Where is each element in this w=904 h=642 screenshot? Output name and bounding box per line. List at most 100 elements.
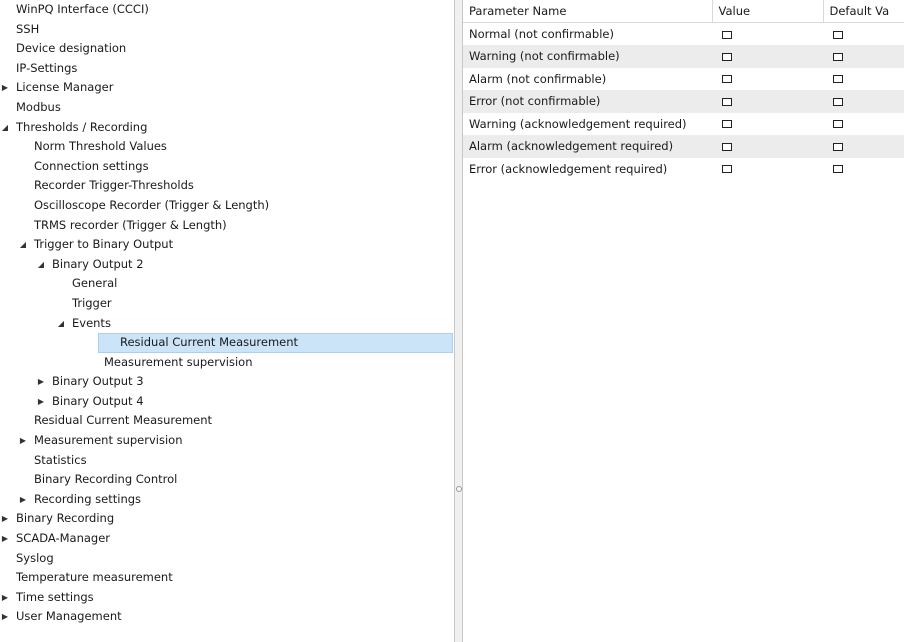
tree-item[interactable]: Residual Current Measurement [0,411,454,431]
expanded-arrow-icon[interactable]: ◢ [0,118,10,138]
value-cell [712,68,823,91]
tree-item-label: Temperature measurement [16,570,173,585]
value-cell [712,45,823,68]
tree-item[interactable]: Residual Current Measurement [0,333,454,353]
collapsed-arrow-icon[interactable]: ▶ [36,392,46,412]
collapsed-arrow-icon[interactable]: ▶ [0,78,10,98]
tree-item-label: Binary Recording Control [34,472,178,487]
tree-item[interactable]: Trigger [0,294,454,314]
expanded-arrow-icon[interactable]: ◢ [56,314,66,334]
value-checkbox[interactable] [722,97,732,106]
collapsed-arrow-icon[interactable]: ▶ [18,490,28,510]
tree-item-label: Connection settings [34,158,149,173]
tree-item[interactable]: IP-Settings [0,59,454,79]
parameter-name-cell: Warning (not confirmable) [463,45,712,68]
parameter-name-cell: Warning (acknowledgement required) [469,116,687,131]
tree-item-label: License Manager [16,80,114,95]
tree-item[interactable]: ▶ User Management [0,607,454,627]
tree-item[interactable]: Measurement supervision [0,353,454,373]
tree-item[interactable]: ◢ Binary Output 2 [0,255,454,275]
tree-item[interactable]: ▶ Recording settings [0,490,454,510]
expanded-arrow-icon[interactable]: ◢ [18,235,28,255]
parameter-name-cell: Error (not confirmable) [463,90,712,113]
tree-item-label: Residual Current Measurement [120,335,299,350]
value-cell [712,135,823,158]
table-row[interactable]: Warning (acknowledgement required) [463,113,904,136]
column-header-parameter-name[interactable]: Parameter Name [463,0,713,23]
tree-item-label: TRMS recorder (Trigger & Length) [34,217,227,232]
default-value-checkbox [833,30,843,39]
collapsed-arrow-icon[interactable]: ▶ [0,509,10,529]
parameter-name-cell: Normal (not confirmable) [469,27,614,41]
default-value-cell [823,90,904,113]
value-checkbox[interactable] [722,75,732,84]
default-value-cell [823,135,904,158]
value-checkbox[interactable] [722,165,732,174]
value-checkbox[interactable] [722,30,732,39]
tree-item[interactable]: Modbus [0,98,454,118]
tree-item[interactable]: ◢ Thresholds / Recording [0,118,454,138]
tree-item[interactable]: Temperature measurement [0,568,454,588]
tree-item[interactable]: TRMS recorder (Trigger & Length) [0,216,454,236]
tree-item-label: IP-Settings [16,60,78,75]
tree-item[interactable]: ▶ Binary Output 3 [0,372,454,392]
tree-item[interactable]: General [0,274,454,294]
tree-item[interactable]: ▶ Binary Output 4 [0,392,454,412]
tree-item-label: Syslog [16,550,54,565]
tree-item-label: Trigger [72,295,112,310]
tree-item[interactable]: Binary Recording Control [0,470,454,490]
parameter-table: Parameter Name Value Default Va Normal (… [463,0,904,180]
tree-item[interactable]: ◢ Trigger to Binary Output [0,235,454,255]
value-checkbox[interactable] [722,52,732,61]
tree-item[interactable]: Syslog [0,549,454,569]
tree-item[interactable]: ▶ Time settings [0,588,454,608]
tree-item-label: Recording settings [34,491,142,506]
default-value-checkbox [833,120,843,129]
tree-item[interactable]: Recorder Trigger-Thresholds [0,176,454,196]
value-checkbox[interactable] [722,142,732,151]
tree-item[interactable]: Norm Threshold Values [0,137,454,157]
tree-item[interactable]: Device designation [0,39,454,59]
splitter-grip-icon[interactable] [456,486,462,492]
parameter-name-cell: Alarm (acknowledgement required) [463,135,712,158]
column-header-default-value[interactable]: Default Va [823,0,904,23]
table-row[interactable]: Error (acknowledgement required) [463,158,904,181]
pane-splitter[interactable] [455,0,463,642]
table-row[interactable]: Alarm (not confirmable) [463,68,904,91]
value-cell [712,158,823,181]
tree-item[interactable]: Oscilloscope Recorder (Trigger & Length) [0,196,454,216]
table-row[interactable]: Alarm (acknowledgement required) [463,135,904,158]
parameter-name-cell: Alarm (not confirmable) [469,71,607,86]
collapsed-arrow-icon[interactable]: ▶ [36,372,46,392]
tree-item-label: General [72,276,118,291]
collapsed-arrow-icon[interactable]: ▶ [0,588,10,608]
tree-item-label: Oscilloscope Recorder (Trigger & Length) [34,197,270,212]
tree-item[interactable]: ◢ Events [0,314,454,334]
tree-item[interactable]: Connection settings [0,157,454,177]
column-header-value[interactable]: Value [712,0,824,23]
value-checkbox[interactable] [722,120,732,129]
tree-item-label: Device designation [16,41,127,56]
tree-item[interactable]: ▶ License Manager [0,78,454,98]
tree-item[interactable]: Statistics [0,451,454,471]
table-row[interactable]: Error (not confirmable) [463,90,904,113]
tree-item[interactable]: ▶ Measurement supervision [0,431,454,451]
default-value-checkbox [833,165,843,174]
table-row[interactable]: Warning (not confirmable) [463,45,904,68]
tree-item-label: Time settings [16,589,94,604]
table-row[interactable]: Normal (not confirmable) [463,23,904,46]
tree-item-label: SSH [16,21,40,36]
tree-item-label: Residual Current Measurement [34,413,213,428]
default-value-cell [823,158,904,181]
collapsed-arrow-icon[interactable]: ▶ [0,529,10,549]
table-header-row: Parameter Name Value Default Va [463,0,904,23]
tree-item[interactable]: SSH [0,20,454,40]
collapsed-arrow-icon[interactable]: ▶ [0,607,10,627]
tree-item[interactable]: ▶ SCADA-Manager [0,529,454,549]
tree-item[interactable]: ▶ Binary Recording [0,509,454,529]
settings-tree[interactable]: WinPQ Interface (CCCI) SSH Device designat… [0,0,455,642]
tree-item-label: Binary Recording [16,511,115,526]
tree-item[interactable]: WinPQ Interface (CCCI) [0,0,454,20]
collapsed-arrow-icon[interactable]: ▶ [18,431,28,451]
expanded-arrow-icon[interactable]: ◢ [36,255,46,275]
